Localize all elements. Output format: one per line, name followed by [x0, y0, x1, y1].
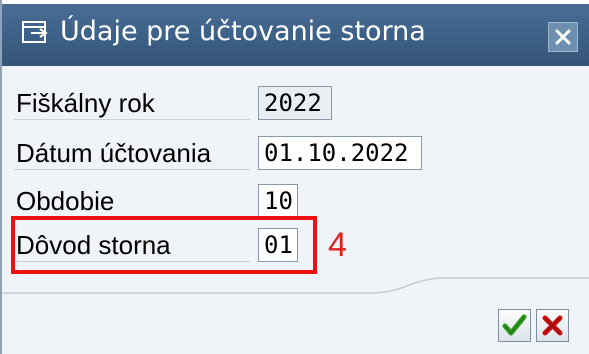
period-label: Obdobie — [14, 184, 250, 218]
dialog-title: Údaje pre účtovanie storna — [60, 16, 426, 47]
reversal-dialog: Údaje pre účtovanie storna Fiškálny rok … — [0, 0, 589, 354]
cancel-button[interactable] — [536, 309, 569, 342]
close-button[interactable] — [548, 22, 578, 52]
fiscal-year-field: 2022 — [258, 86, 332, 120]
reversal-reason-highlight — [11, 216, 317, 274]
confirm-button[interactable] — [498, 309, 531, 342]
dialog-titlebar: Údaje pre účtovanie storna — [2, 0, 589, 66]
titlebar-top-edge — [2, 0, 589, 4]
posting-date-field[interactable]: 01.10.2022 — [258, 136, 422, 170]
close-x-icon — [555, 29, 571, 45]
period-field[interactable]: 10 — [258, 184, 298, 218]
fiscal-year-label: Fiškálny rok — [14, 86, 250, 120]
dialog-window-icon — [20, 18, 50, 48]
posting-date-label: Dátum účtovania — [14, 136, 250, 170]
red-x-icon — [542, 315, 563, 336]
green-checkmark-icon — [502, 314, 527, 336]
footer-divider — [2, 277, 589, 294]
step-annotation: 4 — [328, 226, 347, 264]
